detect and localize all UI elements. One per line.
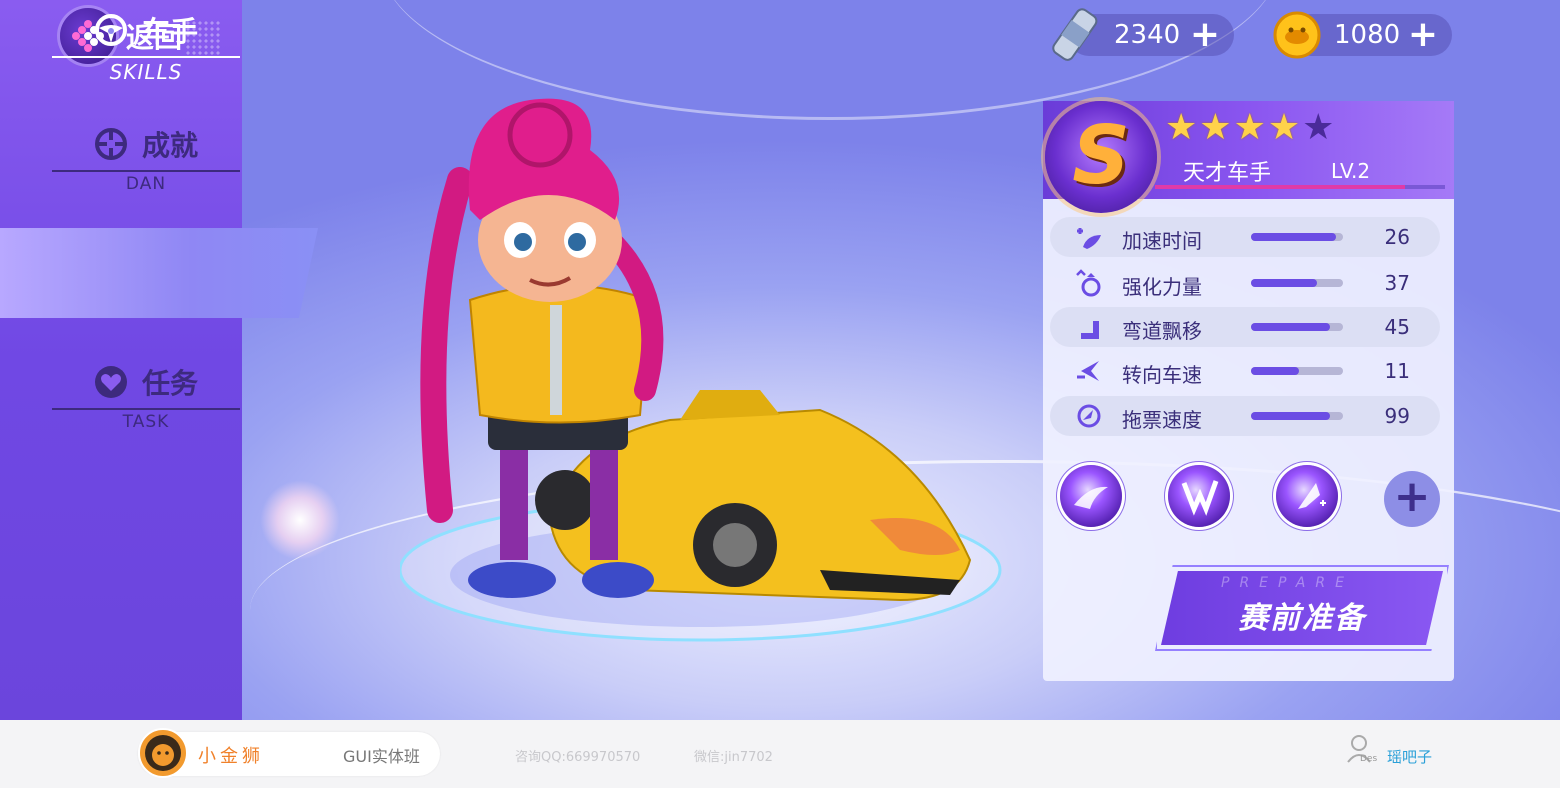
stat-value: 99 xyxy=(1384,404,1410,428)
stat-value: 37 xyxy=(1384,271,1410,295)
nav-sublabel: DAN xyxy=(125,174,167,194)
energy-value: 2340 xyxy=(1114,20,1181,50)
drift-icon xyxy=(1077,317,1099,339)
stat-bar-fill xyxy=(1251,367,1299,375)
prepare-button[interactable]: PREPARE 赛前准备 xyxy=(1161,571,1443,645)
stat-label: 转向车速 xyxy=(1122,363,1202,387)
character-car-illustration xyxy=(400,98,1002,642)
footer: 小金狮 GUI实体班 咨询QQ:669970570 微信:jin7702 Des… xyxy=(0,720,1560,788)
rank-letter: S xyxy=(1072,109,1130,202)
stat-row: 弯道飘移 45 xyxy=(1050,307,1440,347)
coin-icon xyxy=(1273,11,1321,59)
stat-label: 强化力量 xyxy=(1122,275,1202,299)
add-energy-button[interactable]: + xyxy=(1190,17,1220,53)
sidebar: 返回 成就 DAN 任务 TASK xyxy=(0,0,242,720)
power-icon xyxy=(1076,269,1101,297)
nav-divider xyxy=(52,56,240,58)
skill-slot-2[interactable] xyxy=(1168,465,1230,527)
nav-sublabel: TASK xyxy=(122,412,170,432)
skill-lightning-icon xyxy=(1181,480,1219,516)
star-icon: ★ xyxy=(1267,107,1301,148)
stat-label: 弯道飘移 xyxy=(1122,319,1202,343)
stat-row: 强化力量 37 xyxy=(1050,263,1440,303)
skill-slot-3[interactable] xyxy=(1276,465,1338,527)
accelerate-icon xyxy=(1077,228,1101,249)
light-glow xyxy=(260,480,340,560)
contact-wechat: 微信:jin7702 xyxy=(694,750,773,765)
nav-item-driver-active[interactable] xyxy=(0,228,318,318)
nav-item-achievement[interactable]: 成就 DAN xyxy=(52,124,240,194)
user-name: 瑶吧子 xyxy=(1387,748,1433,766)
steering-wheel-icon xyxy=(94,14,127,46)
brand-badge: 小金狮 GUI实体班 xyxy=(138,728,440,778)
heart-icon xyxy=(94,366,127,398)
energy-canister-icon xyxy=(1052,8,1098,61)
star-icon: ★ xyxy=(1233,107,1266,148)
star-icon: ★ xyxy=(1165,107,1198,148)
stat-bar-fill xyxy=(1251,279,1318,287)
des-label: Des xyxy=(1360,754,1378,764)
nav-item-task[interactable]: 任务 TASK xyxy=(52,362,240,432)
star-icon: ★ xyxy=(1302,107,1335,148)
stat-value: 26 xyxy=(1384,225,1410,249)
nav-divider xyxy=(52,170,240,172)
star-rating: ★ ★ ★ ★ ★ xyxy=(1165,107,1334,148)
stat-row: 转向车速 11 xyxy=(1050,351,1440,391)
stat-bar xyxy=(1251,323,1343,331)
stat-bar xyxy=(1251,412,1343,420)
stat-value: 45 xyxy=(1384,315,1410,339)
coin-value: 1080 xyxy=(1334,20,1401,50)
skill-slot-1[interactable] xyxy=(1060,465,1122,527)
driver-title: 天才车手 xyxy=(1183,161,1272,186)
nav-divider xyxy=(52,408,240,410)
prepare-label: 赛前准备 xyxy=(1238,601,1366,636)
stat-label: 加速时间 xyxy=(1122,229,1202,253)
nav-sublabel: SKILLS xyxy=(109,60,183,84)
stat-value: 11 xyxy=(1384,359,1410,383)
brand-name: 小金狮 xyxy=(198,746,264,767)
nav-item-driver[interactable]: 车手 SKILLS xyxy=(52,10,240,84)
stat-bar xyxy=(1251,367,1343,375)
speed-icon xyxy=(1077,404,1101,428)
nav-label: 任务 xyxy=(141,367,198,400)
stat-bar-fill xyxy=(1251,412,1331,420)
stat-bar-fill xyxy=(1251,323,1331,331)
driver-level: LV.2 xyxy=(1331,159,1371,183)
contact-qq: 咨询QQ:669970570 xyxy=(515,750,641,765)
skill-wave-icon xyxy=(1074,486,1108,509)
stat-row: 加速时间 26 xyxy=(1050,217,1440,257)
brand-course: GUI实体班 xyxy=(343,747,420,766)
stat-bar-fill xyxy=(1251,233,1336,241)
nav-label: 成就 xyxy=(141,129,198,162)
add-skill-button[interactable]: + xyxy=(1384,471,1440,527)
skill-shield-icon xyxy=(1298,483,1326,509)
stat-bar xyxy=(1251,233,1343,241)
stat-label: 拖票速度 xyxy=(1122,408,1202,432)
coin-counter: 1080 + xyxy=(1273,11,1452,59)
add-coins-button[interactable]: + xyxy=(1408,17,1438,53)
stat-row: 拖票速度 99 xyxy=(1050,396,1440,436)
stat-bar xyxy=(1251,279,1343,287)
lion-logo-icon xyxy=(138,728,188,778)
xp-bar xyxy=(1155,185,1405,189)
nav-label: 车手 xyxy=(141,15,198,48)
crosshair-icon xyxy=(94,128,127,160)
steering-icon xyxy=(1077,361,1099,381)
rank-badge: S xyxy=(1045,101,1157,213)
energy-counter: 2340 + xyxy=(1052,8,1234,61)
xp-track xyxy=(1405,185,1445,189)
driver-panel: S ★ ★ ★ ★ ★ 天才车手 LV.2 加速时间 26 强化力量 37 弯道飘移 45 转向车速… xyxy=(1043,101,1454,681)
prepare-en: PREPARE xyxy=(1221,575,1354,591)
star-icon: ★ xyxy=(1199,107,1232,148)
